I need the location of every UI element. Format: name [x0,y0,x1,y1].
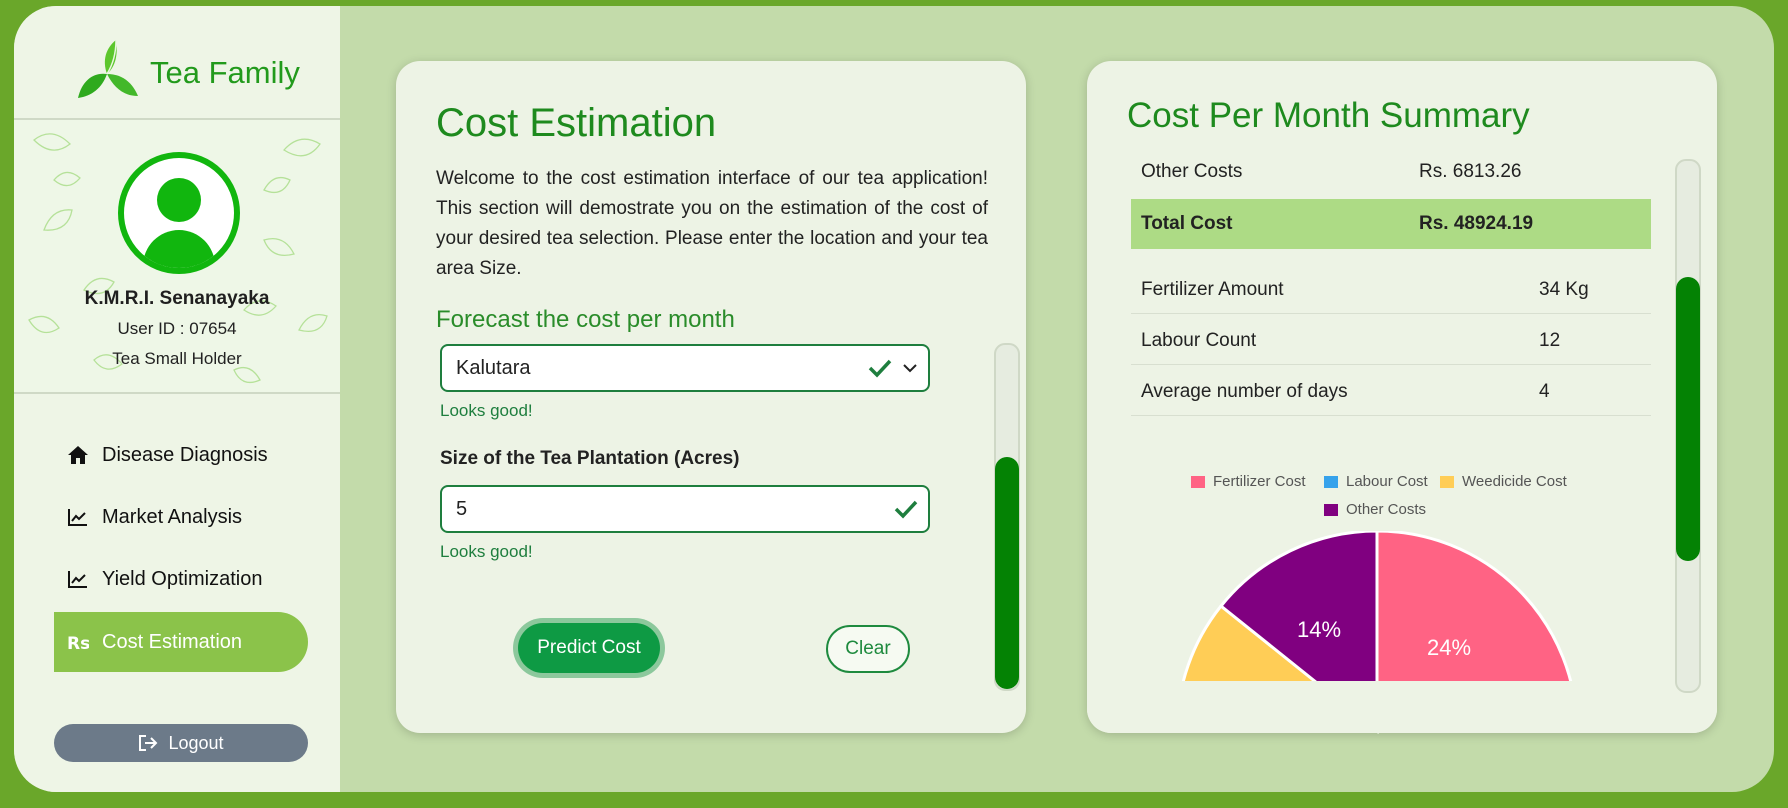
avatar [118,152,240,274]
row-label: Labour Count [1141,330,1257,351]
legend-swatch [1324,475,1338,488]
logout-label: Logout [168,732,224,753]
nav-item-disease-diagnosis[interactable]: Disease Diagnosis [54,425,308,485]
size-input[interactable]: 5 [440,485,930,533]
legend-item[interactable]: Weedicide Cost [1440,473,1567,490]
legend-label: Labour Cost [1346,473,1428,490]
intro-text: Welcome to the cost estimation interface… [436,168,988,279]
nav-label: Market Analysis [102,505,243,528]
nav-item-market-analysis[interactable]: Market Analysis [54,487,308,547]
sidebar: Tea Family K.M.R.I. Senanayaka User ID:… [14,6,340,792]
location-select[interactable]: Kalutara [440,344,930,392]
row-label: Average number of days [1141,381,1348,402]
chart-clip [1087,681,1717,733]
pie-label-other: 14% [1297,617,1341,642]
size-label: Size of the Tea Plantation (Acres) [440,448,740,469]
chart-line-icon [66,505,90,529]
user-name: K.M.R.I. Senanayaka [84,288,270,309]
summary-scrollbar[interactable] [1675,159,1701,693]
clear-button[interactable]: Clear [826,625,910,673]
forecast-subtitle: Forecast the cost per month [436,306,735,333]
row-value: Rs. 6813.26 [1419,161,1522,182]
legend-item[interactable]: Labour Cost [1324,473,1428,490]
nav-label: Yield Optimization [102,567,263,590]
legend-item[interactable]: Fertilizer Cost [1191,473,1306,490]
summary-row-other-costs: Other Costs Rs. 6813.26 [1131,161,1651,197]
legend-label: Fertilizer Cost [1213,473,1306,490]
user-id: User ID : 07654 [117,319,237,338]
nav-label: Disease Diagnosis [102,443,268,466]
row-value: Rs. 48924.19 [1419,213,1534,234]
summary-row-total-cost: Total Cost Rs. 48924.19 [1131,199,1651,249]
legend-swatch [1191,475,1205,488]
size-value: 5 [456,497,468,520]
cost-estimation-card: Cost Estimation Welcome to the cost esti… [396,61,1026,733]
location-value: Kalutara [456,356,531,379]
brand[interactable]: Tea Family [72,36,300,106]
predict-cost-button[interactable]: Predict Cost [518,623,660,673]
row-label: Total Cost [1141,213,1233,234]
svg-text:Rs: Rs [67,634,89,652]
rupee-icon: Rs [66,630,90,654]
valid-check-icon [868,358,892,378]
divider [14,392,340,394]
legend-label: Other Costs [1346,501,1427,518]
user-icon [143,178,215,268]
row-value: 12 [1539,330,1561,351]
row-value: 34 Kg [1539,279,1589,300]
user-role: Tea Small Holder [112,349,242,368]
tea-leaves-logo-icon [78,39,138,98]
location-feedback: Looks good! [440,401,533,420]
nav-item-cost-estimation[interactable]: Rs Cost Estimation [54,612,308,672]
legend-swatch [1324,503,1338,516]
row-label: Fertilizer Amount [1141,279,1284,300]
row-value: 4 [1539,381,1550,402]
brand-name: Tea Family [150,55,300,90]
nav-item-yield-optimization[interactable]: Yield Optimization [54,549,308,609]
legend-swatch [1440,475,1454,488]
summary-card: Cost Per Month Summary Other Costs Rs. 6… [1087,61,1717,735]
form-scrollbar[interactable] [994,343,1020,691]
nav-label: Cost Estimation [102,630,243,653]
page-title: Cost Estimation [436,101,717,145]
legend-label: Weedicide Cost [1462,473,1567,490]
summary-title: Cost Per Month Summary [1127,96,1530,135]
chart-line-icon [66,567,90,591]
valid-check-icon [894,499,918,519]
row-label: Other Costs [1141,161,1243,182]
profile-card: K.M.R.I. Senanayaka User ID : 07654 Tea … [14,120,340,392]
legend-item[interactable]: Other Costs [1324,501,1426,518]
pie-label-fertilizer: 24% [1427,635,1471,660]
scrollbar-thumb[interactable] [1676,277,1700,561]
logout-button[interactable]: Logout [54,724,308,762]
divider [1131,415,1651,416]
chevron-down-icon[interactable] [902,362,918,374]
scrollbar-thumb[interactable] [995,457,1019,689]
divider [1131,364,1651,365]
logout-icon [138,734,158,752]
home-icon [66,443,90,467]
app-frame: Tea Family K.M.R.I. Senanayaka User ID:… [14,6,1774,792]
divider [1131,313,1651,314]
size-feedback: Looks good! [440,542,533,561]
